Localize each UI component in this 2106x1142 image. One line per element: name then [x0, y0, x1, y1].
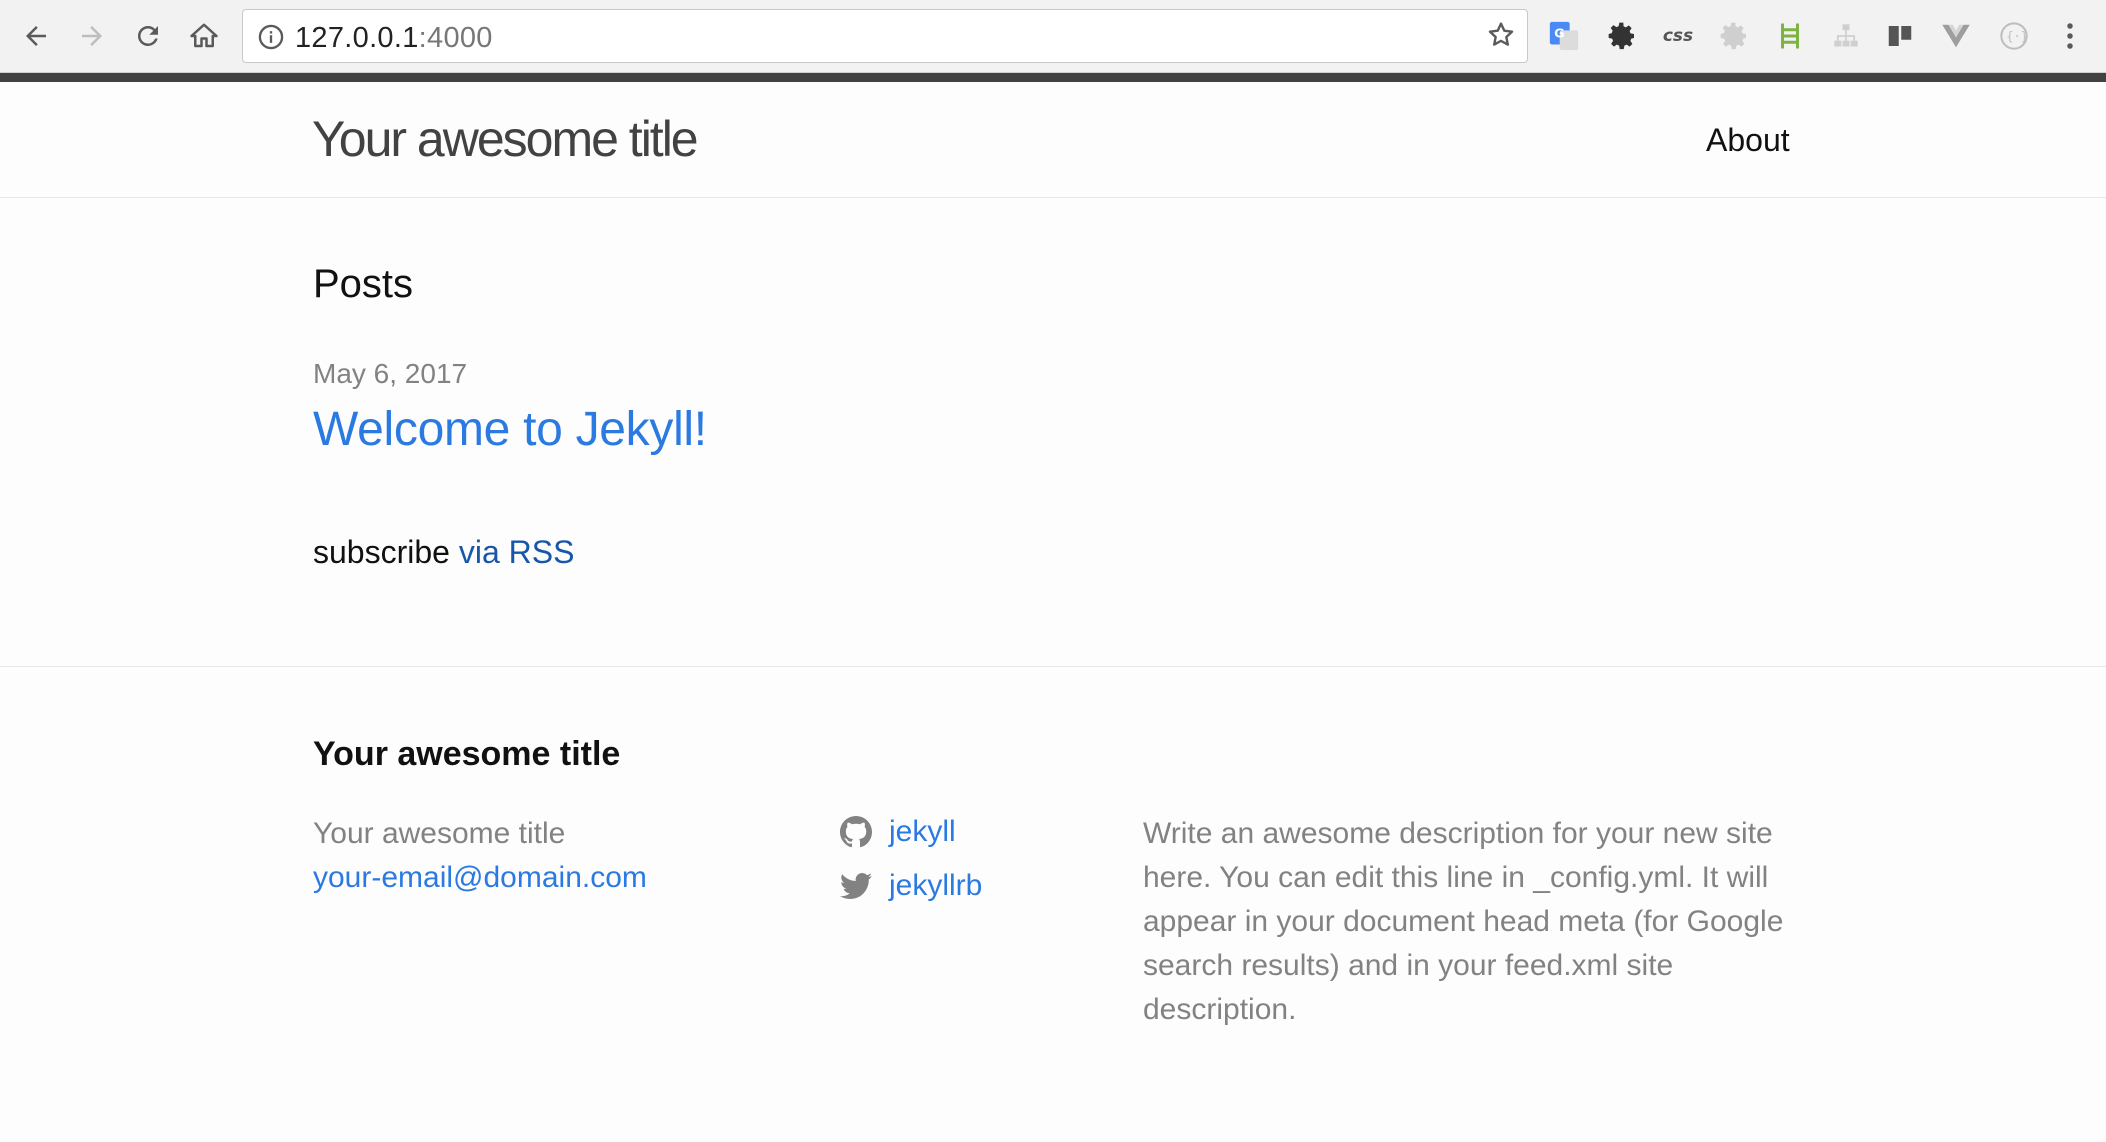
gear-icon[interactable]	[1602, 16, 1642, 56]
url-host: 127.0.0.1	[295, 22, 419, 54]
nav-about-link[interactable]: About	[1706, 122, 1790, 159]
url-port: :4000	[418, 22, 493, 54]
footer-email-link[interactable]: your-email@domain.com	[313, 856, 647, 900]
google-translate-icon[interactable]: G	[1544, 16, 1584, 56]
sitemap-icon[interactable]	[1826, 16, 1866, 56]
twitter-icon[interactable]	[840, 870, 872, 902]
github-link[interactable]: jekyll	[889, 815, 956, 849]
site-description: Write an awesome description for your ne…	[1143, 817, 1784, 1026]
url-text[interactable]: 127.0.0.1:4000	[295, 22, 493, 55]
star-icon[interactable]	[1485, 19, 1517, 56]
gear-light-icon[interactable]	[1714, 16, 1754, 56]
post-title-link[interactable]: Welcome to Jekyll!	[313, 402, 707, 457]
svg-text:{·}: {·}	[2006, 30, 2028, 44]
site-header: Your awesome title About	[0, 82, 2106, 198]
posts-heading: Posts	[313, 262, 414, 306]
github-icon[interactable]	[840, 816, 872, 848]
json-viewer-icon[interactable]: {·}	[1994, 16, 2034, 56]
rss-link[interactable]: via RSS	[459, 534, 575, 570]
github-social-item: jekyll	[840, 815, 956, 849]
rss-subscribe: subscribe via RSS	[313, 534, 574, 571]
back-arrow-icon[interactable]	[14, 14, 58, 58]
home-icon[interactable]	[182, 14, 226, 58]
site-top-border	[0, 73, 2106, 82]
reload-icon[interactable]	[126, 14, 170, 58]
svg-text:G: G	[1554, 26, 1564, 41]
css-extension-icon[interactable]: css	[1658, 16, 1698, 56]
kebab-menu-icon[interactable]	[2050, 16, 2090, 56]
footer-contact: Your awesome title your-email@domain.com	[313, 812, 647, 900]
vue-devtools-icon[interactable]	[1936, 16, 1976, 56]
site-title-link[interactable]: Your awesome title	[312, 110, 699, 168]
post-date: May 6, 2017	[313, 358, 468, 389]
site-footer: Your awesome title Your awesome title yo…	[0, 666, 2106, 1142]
address-bar[interactable]: 127.0.0.1:4000	[242, 9, 1528, 63]
browser-toolbar: 127.0.0.1:4000 G css {·}	[0, 0, 2106, 73]
info-icon[interactable]	[257, 23, 285, 56]
footer-site-name: Your awesome title	[313, 817, 566, 850]
panel-layout-icon[interactable]	[1880, 16, 1920, 56]
ladder-icon[interactable]	[1770, 16, 1810, 56]
twitter-social-item: jekyllrb	[840, 869, 982, 903]
twitter-link[interactable]: jekyllrb	[889, 869, 982, 903]
forward-arrow-icon[interactable]	[70, 14, 114, 58]
footer-heading: Your awesome title	[313, 735, 621, 773]
subscribe-label: subscribe	[313, 534, 450, 570]
